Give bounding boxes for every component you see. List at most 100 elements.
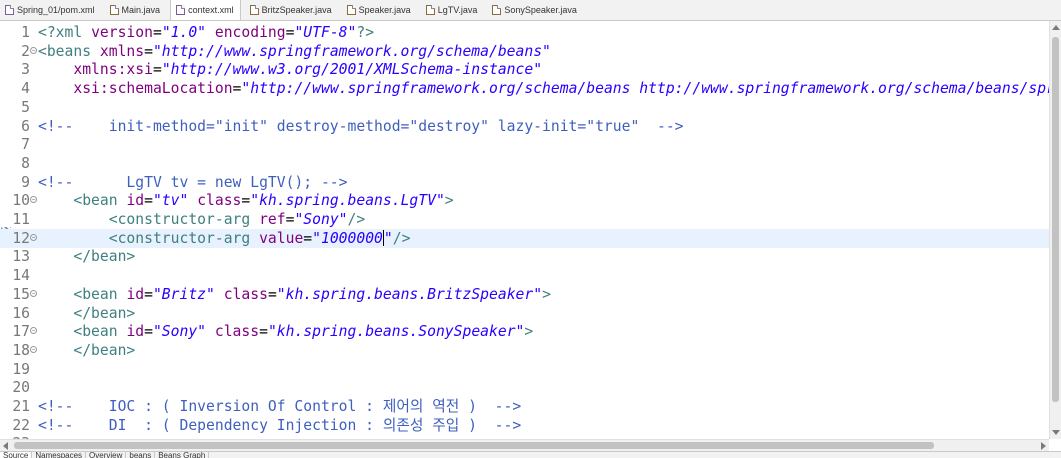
- fold-toggle-icon[interactable]: −: [30, 196, 37, 204]
- token-str: "Sony": [294, 211, 348, 228]
- token-comment: <!-- init-method="init" destroy-method="…: [38, 117, 684, 135]
- horizontal-scrollbar[interactable]: [0, 439, 1049, 451]
- page-tab-beans[interactable]: beans: [126, 452, 156, 458]
- code-line[interactable]: 13 </bean>: [0, 247, 1049, 266]
- tab-label: LgTV.java: [437, 5, 478, 15]
- code-line[interactable]: 4 xsi:schemaLocation="http://www.springf…: [0, 79, 1049, 98]
- code-line[interactable]: 2− <beans xmlns="http://www.springframewo…: [0, 42, 1049, 61]
- line-number: 4: [21, 80, 30, 98]
- code-line[interactable]: 14: [0, 266, 1049, 285]
- tab-speaker-java[interactable]: Speaker.java: [342, 0, 417, 20]
- fold-toggle-icon[interactable]: −: [30, 46, 37, 54]
- fold-toggle-icon[interactable]: −: [30, 233, 37, 241]
- page-tab-namespaces[interactable]: Namespaces: [32, 452, 87, 458]
- token-attr: xmlns: [99, 42, 145, 60]
- line-number: 8: [21, 154, 30, 172]
- line-number: 7: [21, 136, 30, 154]
- scroll-down-arrow-icon[interactable]: [1052, 430, 1060, 435]
- code-line[interactable]: 15− <bean id="Britz" class="kh.spring.be…: [0, 285, 1049, 304]
- token-tag: </bean>: [73, 248, 136, 266]
- line-number: 15: [12, 285, 30, 303]
- token-tag: <bean: [73, 323, 127, 341]
- java-file-icon: [425, 5, 435, 15]
- tab-main-java[interactable]: Main.java: [105, 0, 167, 20]
- token-plain: =: [241, 192, 251, 210]
- code-line[interactable]: 5: [0, 98, 1049, 117]
- code-line[interactable]: 21 <!-- IOC : ( Inversion Of Control : 제어…: [0, 397, 1049, 416]
- code-line[interactable]: 20: [0, 378, 1049, 397]
- line-number: 12: [12, 229, 30, 247]
- tab-spring-01-pom-xml[interactable]: Spring_01/pom.xml: [0, 0, 101, 20]
- token-attr: id: [126, 192, 145, 210]
- scroll-left-arrow-icon[interactable]: [3, 442, 8, 450]
- token-plain: =: [267, 285, 277, 303]
- code-line[interactable]: 22 <!-- DI : ( Dependency Injection : 의존성…: [0, 416, 1049, 435]
- fold-toggle-icon[interactable]: −: [30, 345, 37, 353]
- scroll-up-arrow-icon[interactable]: [1052, 25, 1060, 30]
- token-str: "UTF-8": [294, 24, 357, 41]
- code-line[interactable]: 18− </bean>: [0, 341, 1049, 360]
- code-line[interactable]: 8: [0, 154, 1049, 173]
- code-line[interactable]: 11 <constructor-arg ref="Sony"/>: [0, 210, 1049, 229]
- vertical-scroll-thumb[interactable]: [1052, 37, 1059, 402]
- token-str: "kh.spring.beans.BritzSpeaker": [276, 285, 543, 303]
- scroll-right-arrow-icon[interactable]: [1041, 442, 1046, 450]
- token-attr: xsi:schemaLocation: [73, 80, 233, 98]
- line-number: 1: [21, 24, 30, 41]
- token-plain: =: [144, 42, 153, 60]
- code-line[interactable]: 3 xmlns:xsi="http://www.w3.org/2001/XMLS…: [0, 60, 1049, 79]
- token-tag: <bean: [73, 285, 127, 303]
- token-str: "tv": [152, 192, 189, 210]
- page-tab-beans-graph[interactable]: Beans Graph: [155, 452, 210, 458]
- token-str: "http://www.springframework.org/schema/b…: [152, 42, 551, 60]
- token-tag: >: [524, 323, 534, 341]
- vertical-scrollbar[interactable]: [1049, 21, 1061, 439]
- horizontal-scroll-thumb[interactable]: [14, 442, 934, 449]
- token-str: ": [383, 229, 393, 247]
- tab-sonyspeaker-java[interactable]: SonySpeaker.java: [487, 0, 583, 20]
- token-tag: <constructor-arg: [108, 229, 260, 247]
- code-line[interactable]: 9 <!-- LgTV tv = new LgTV(); -->: [0, 173, 1049, 192]
- fold-toggle-icon[interactable]: −: [30, 327, 37, 335]
- code-line[interactable]: 16 </bean>: [0, 304, 1049, 323]
- token-attr: id: [126, 285, 145, 303]
- token-attr: encoding: [214, 24, 286, 41]
- code-text: <!-- LgTV tv = new LgTV(); -->: [38, 173, 348, 192]
- code-line[interactable]: 10− <bean id="tv" class="kh.spring.beans…: [0, 191, 1049, 210]
- java-file-icon: [109, 5, 119, 15]
- code-editor[interactable]: 1 <?xml version="1.0" encoding="UTF-8"?> 2…: [0, 21, 1049, 439]
- token-tag: />: [392, 229, 411, 247]
- code-line[interactable]: 6 <!-- init-method="init" destroy-method=…: [0, 117, 1049, 136]
- xml-file-icon: [176, 5, 186, 15]
- code-line[interactable]: 7: [0, 135, 1049, 154]
- code-line[interactable]: 12− <constructor-arg value="1000000"/>: [0, 228, 1049, 248]
- token-str: "Britz": [152, 285, 215, 303]
- token-str: "1000000: [312, 229, 383, 247]
- fold-toggle-icon[interactable]: −: [30, 289, 37, 297]
- code-text: </bean>: [38, 341, 135, 360]
- page-tab-overview[interactable]: Overview: [86, 452, 127, 458]
- tab-label: context.xml: [188, 5, 234, 15]
- token-str: "kh.spring.beans.LgTV": [250, 192, 445, 210]
- tab-context-xml[interactable]: context.xml: [170, 0, 241, 20]
- code-line[interactable]: 17− <bean id="Sony" class="kh.spring.bea…: [0, 322, 1049, 341]
- tab-britzspeaker-java[interactable]: BritzSpeaker.java: [245, 0, 338, 20]
- tab-label: Speaker.java: [358, 5, 411, 15]
- token-str: "1.0": [161, 24, 207, 41]
- token-tag: </bean>: [73, 341, 136, 359]
- code-line[interactable]: 1 <?xml version="1.0" encoding="UTF-8"?>: [0, 23, 1049, 42]
- code-text: <constructor-arg value="1000000"/>: [38, 229, 410, 248]
- code-text: xmlns:xsi="http://www.w3.org/2001/XMLSch…: [38, 60, 542, 79]
- page-tab-source[interactable]: Source: [0, 452, 33, 458]
- tab-lgtv-java[interactable]: LgTV.java: [421, 0, 484, 20]
- java-file-icon: [249, 5, 259, 15]
- code-line[interactable]: 19: [0, 360, 1049, 379]
- token-tag: <beans: [38, 42, 100, 60]
